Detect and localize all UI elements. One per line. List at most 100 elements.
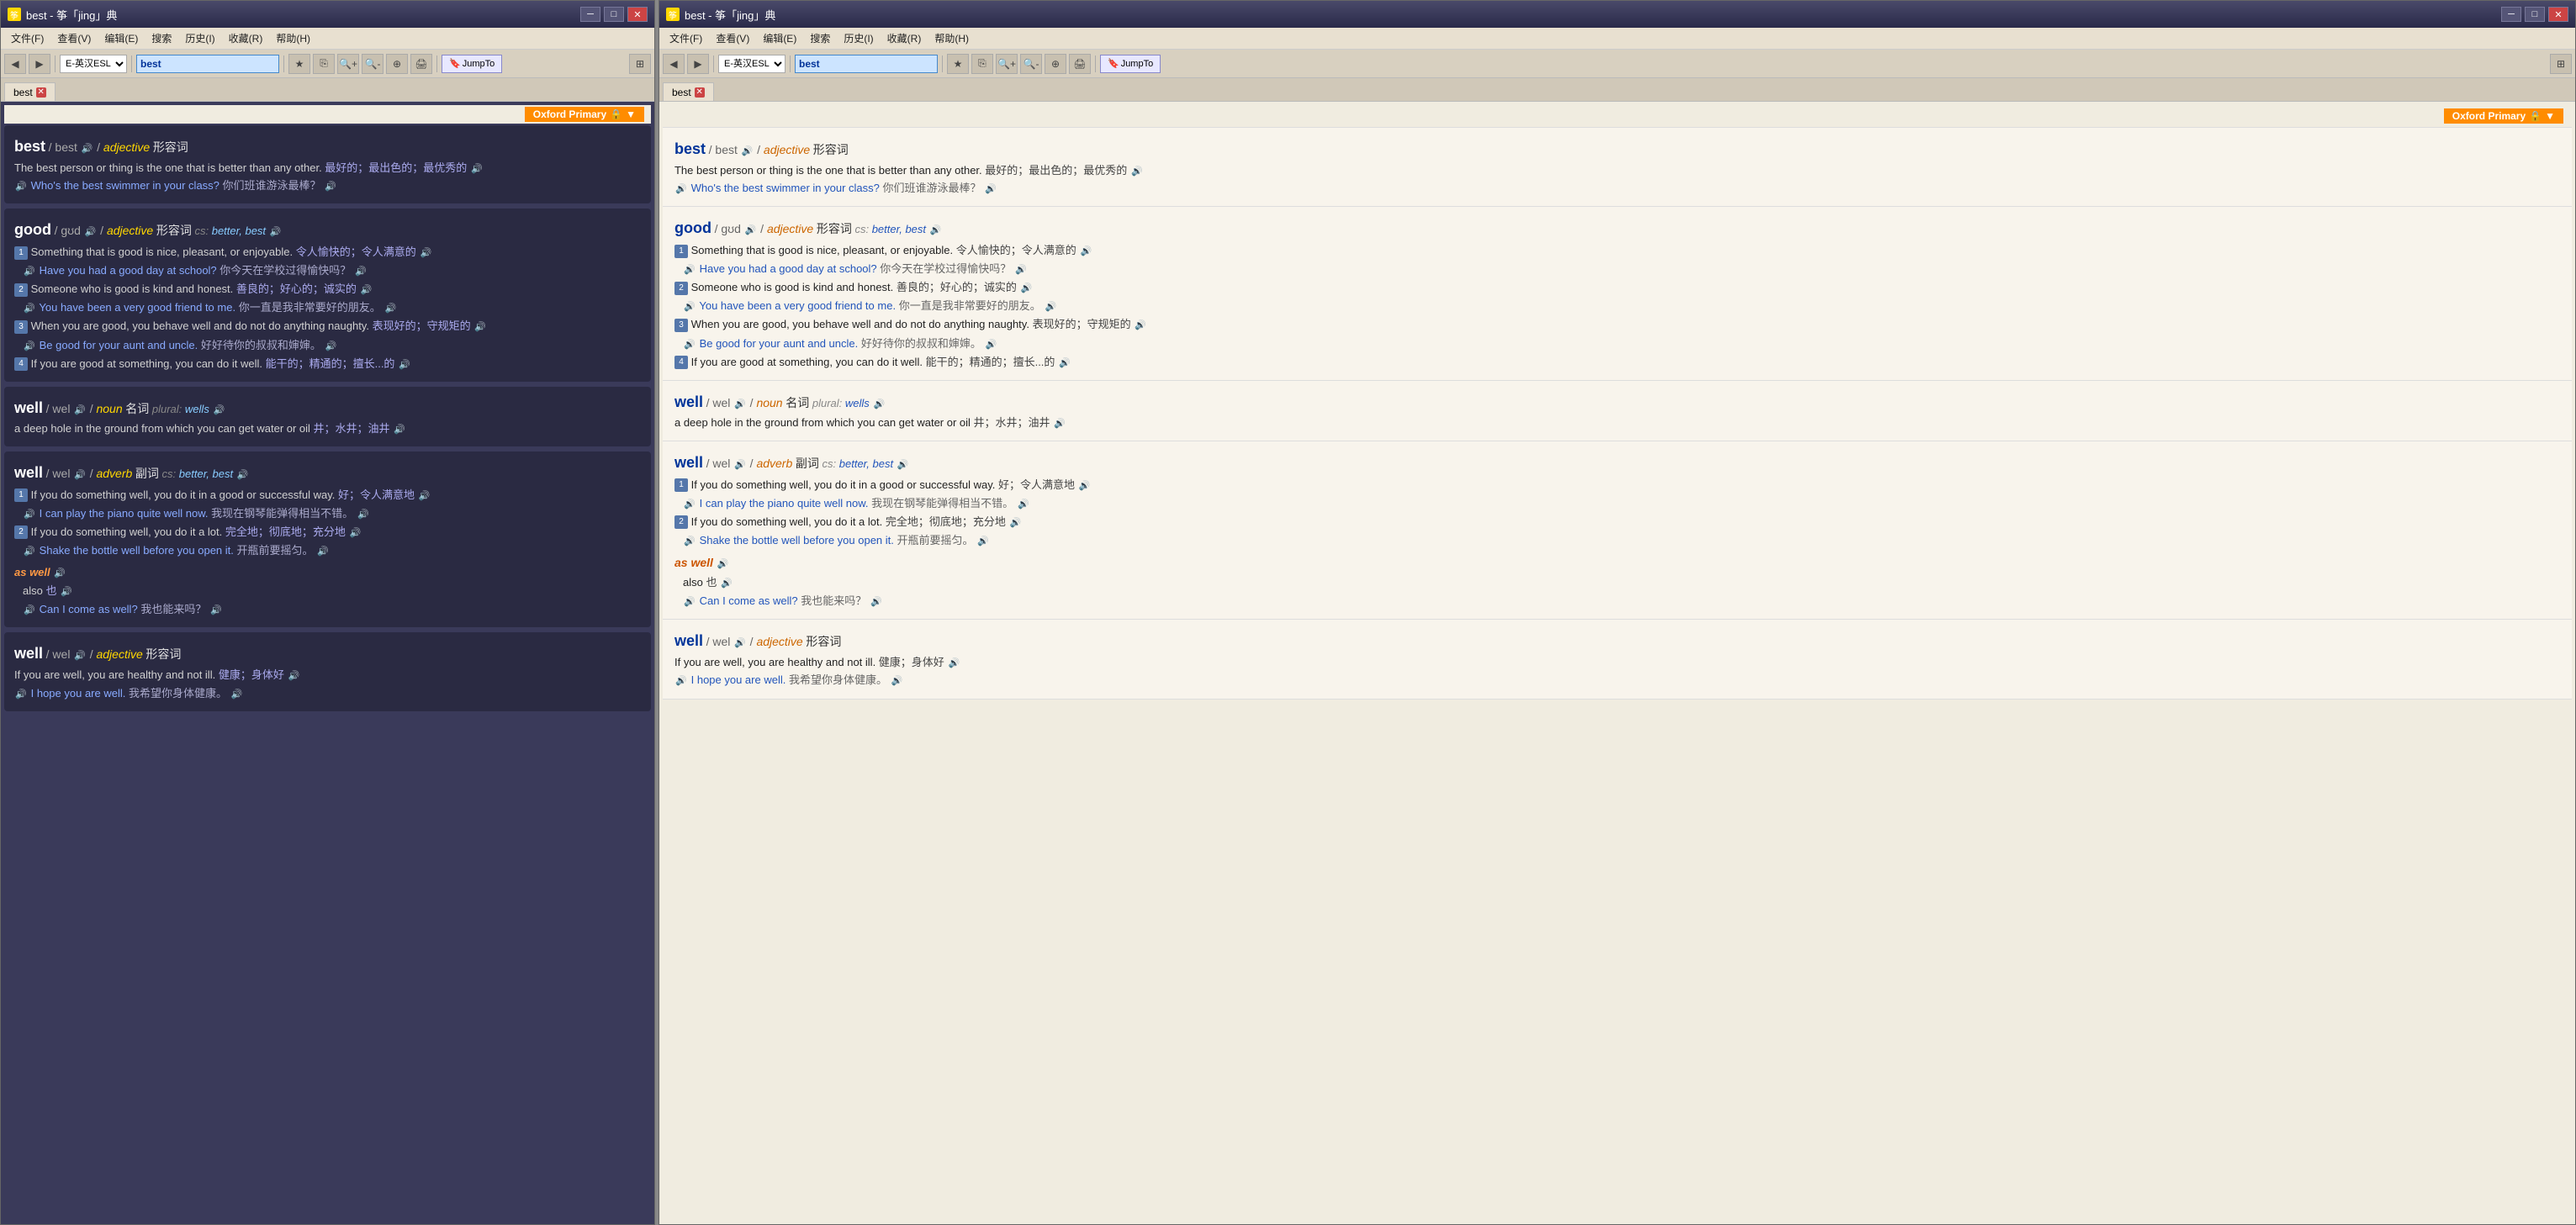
left-sound-def1-well-adverb[interactable]: 🔊 [418, 489, 431, 503]
right-sound-ex3-good2[interactable]: 🔊 [985, 338, 998, 351]
right-sound-ex2-good2[interactable]: 🔊 [1044, 301, 1057, 314]
left-copy-button[interactable]: ⎘ [313, 54, 335, 74]
right-print-button[interactable]: 🖨 [1069, 54, 1091, 74]
left-menu-help[interactable]: 帮助(H) [269, 29, 317, 47]
left-layout-button[interactable]: ⊞ [629, 54, 651, 74]
left-sound-def-well-adj[interactable]: 🔊 [287, 670, 300, 684]
right-sound-well-adverb[interactable]: 🔊 [733, 458, 747, 472]
left-minimize-button[interactable]: ─ [580, 7, 600, 22]
right-tab-best[interactable]: best ✕ [663, 82, 714, 101]
left-sound-def4-good[interactable]: 🔊 [398, 358, 411, 372]
left-forward-button[interactable]: ▶ [29, 54, 50, 74]
right-sound-as-well-ex2[interactable]: 🔊 [870, 595, 883, 609]
right-dict-select[interactable]: E-英汉ESL [718, 55, 785, 73]
left-sound-as-well-ex[interactable]: 🔊 [23, 605, 36, 618]
right-sound-def-well-adj[interactable]: 🔊 [947, 657, 960, 670]
left-menu-history[interactable]: 历史(I) [178, 29, 221, 47]
left-sound-def2-good[interactable]: 🔊 [360, 284, 373, 298]
right-sound-ex1-well-adverb2[interactable]: 🔊 [1017, 498, 1030, 511]
right-content-area[interactable]: Oxford Primary 🔒 ▼ best / best 🔊 / adjec… [659, 102, 2575, 1224]
left-sound-well-adj[interactable]: 🔊 [73, 650, 87, 663]
right-menu-help[interactable]: 帮助(H) [928, 29, 976, 47]
right-copy-button[interactable]: ⎘ [971, 54, 993, 74]
right-sound-ex-best2[interactable]: 🔊 [984, 183, 997, 197]
right-zoom-in-button[interactable]: 🔍+ [996, 54, 1018, 74]
left-maximize-button[interactable]: □ [604, 7, 624, 22]
left-sound-ex3-good[interactable]: 🔊 [23, 340, 36, 353]
right-sound-plural-well-noun[interactable]: 🔊 [872, 398, 886, 411]
left-sound-best[interactable]: 🔊 [81, 142, 94, 156]
left-sound-ex1-well-adverb2[interactable]: 🔊 [357, 508, 370, 521]
right-sound-def-well-noun[interactable]: 🔊 [1053, 418, 1066, 431]
right-sound-cs-good[interactable]: 🔊 [929, 224, 943, 238]
left-sound-ex-well-adj2[interactable]: 🔊 [230, 688, 244, 701]
right-sound-as-well-def[interactable]: 🔊 [720, 577, 733, 590]
left-sound-ex-well-adj[interactable]: 🔊 [14, 688, 28, 701]
left-sound-def-well-noun[interactable]: 🔊 [393, 424, 406, 437]
left-sound-plural-well-noun[interactable]: 🔊 [212, 404, 225, 417]
right-menu-view[interactable]: 查看(V) [709, 29, 756, 47]
right-sound-ex-best[interactable]: 🔊 [674, 183, 688, 197]
right-sound-def1-well-adverb[interactable]: 🔊 [1078, 479, 1092, 493]
left-sound-cs-good[interactable]: 🔊 [269, 226, 283, 240]
right-sound-ex2-well-adverb2[interactable]: 🔊 [976, 535, 990, 548]
left-menu-favorites[interactable]: 收藏(R) [222, 29, 270, 47]
right-forward-button[interactable]: ▶ [687, 54, 709, 74]
right-sound-good[interactable]: 🔊 [744, 224, 758, 238]
left-sound-cs-well-adverb[interactable]: 🔊 [236, 468, 250, 482]
right-close-button[interactable]: ✕ [2548, 7, 2568, 22]
left-close-button[interactable]: ✕ [627, 7, 648, 22]
right-tab-close[interactable]: ✕ [695, 87, 705, 98]
right-menu-edit[interactable]: 编辑(E) [756, 29, 803, 47]
right-jumpto-button[interactable]: 🔖 JumpTo [1100, 55, 1161, 73]
left-sound-def1-good[interactable]: 🔊 [419, 246, 432, 260]
right-layout-button[interactable]: ⊞ [2550, 54, 2572, 74]
right-back-button[interactable]: ◀ [663, 54, 685, 74]
right-sound-ex2-well-adverb[interactable]: 🔊 [683, 535, 696, 548]
left-menu-edit[interactable]: 编辑(E) [98, 29, 145, 47]
left-sound-ex1-good[interactable]: 🔊 [23, 266, 36, 279]
right-sound-as-well[interactable]: 🔊 [717, 557, 730, 571]
left-sound-ex1-good2[interactable]: 🔊 [354, 266, 368, 279]
right-sound-def4-good[interactable]: 🔊 [1058, 356, 1071, 370]
right-menu-history[interactable]: 历史(I) [837, 29, 880, 47]
left-sound-def-best[interactable]: 🔊 [470, 162, 484, 176]
right-minimize-button[interactable]: ─ [2501, 7, 2521, 22]
left-sound-ex2-good2[interactable]: 🔊 [383, 303, 397, 316]
right-menu-file[interactable]: 文件(F) [663, 29, 709, 47]
left-menu-search[interactable]: 搜索 [145, 29, 178, 47]
left-content-area[interactable]: Oxford Primary 🔒 ▼ best / best 🔊 / adjec… [1, 102, 654, 1224]
right-menu-favorites[interactable]: 收藏(R) [881, 29, 928, 47]
left-zoom-reset-button[interactable]: ⊕ [386, 54, 408, 74]
right-sound-well-noun[interactable]: 🔊 [733, 398, 747, 411]
right-sound-well-adj[interactable]: 🔊 [733, 636, 747, 650]
left-print-button[interactable]: 🖨 [410, 54, 432, 74]
right-sound-ex2-good[interactable]: 🔊 [683, 301, 696, 314]
left-menu-view[interactable]: 查看(V) [50, 29, 98, 47]
right-sound-best[interactable]: 🔊 [741, 145, 754, 158]
right-zoom-reset-button[interactable]: ⊕ [1045, 54, 1066, 74]
left-sound-def2-well-adverb[interactable]: 🔊 [349, 526, 362, 540]
left-sound-ex-best2[interactable]: 🔊 [324, 181, 337, 194]
left-jumpto-button[interactable]: 🔖 JumpTo [442, 55, 502, 73]
left-menu-file[interactable]: 文件(F) [4, 29, 50, 47]
left-sound-well-noun[interactable]: 🔊 [73, 404, 87, 417]
right-sound-ex1-good[interactable]: 🔊 [683, 264, 696, 277]
left-sound-def3-good[interactable]: 🔊 [473, 321, 487, 335]
left-sound-as-well-ex2[interactable]: 🔊 [209, 605, 223, 618]
right-sound-ex1-well-adverb[interactable]: 🔊 [683, 498, 696, 511]
right-sound-def2-good[interactable]: 🔊 [1020, 282, 1034, 296]
left-sound-ex3-good2[interactable]: 🔊 [325, 340, 338, 353]
right-sound-def-best[interactable]: 🔊 [1130, 165, 1144, 178]
right-sound-ex3-good[interactable]: 🔊 [683, 338, 696, 351]
left-dict-select[interactable]: E-英汉ESL [60, 55, 127, 73]
left-sound-ex2-well-adverb[interactable]: 🔊 [23, 545, 36, 558]
right-menu-search[interactable]: 搜索 [803, 29, 837, 47]
right-maximize-button[interactable]: □ [2525, 7, 2545, 22]
left-search-input[interactable] [136, 55, 279, 73]
left-sound-ex-best[interactable]: 🔊 [14, 181, 28, 194]
left-sound-ex2-good[interactable]: 🔊 [23, 303, 36, 316]
left-tab-best[interactable]: best ✕ [4, 82, 56, 101]
left-sound-as-well[interactable]: 🔊 [53, 567, 66, 580]
left-sound-ex2-well-adverb2[interactable]: 🔊 [316, 545, 330, 558]
